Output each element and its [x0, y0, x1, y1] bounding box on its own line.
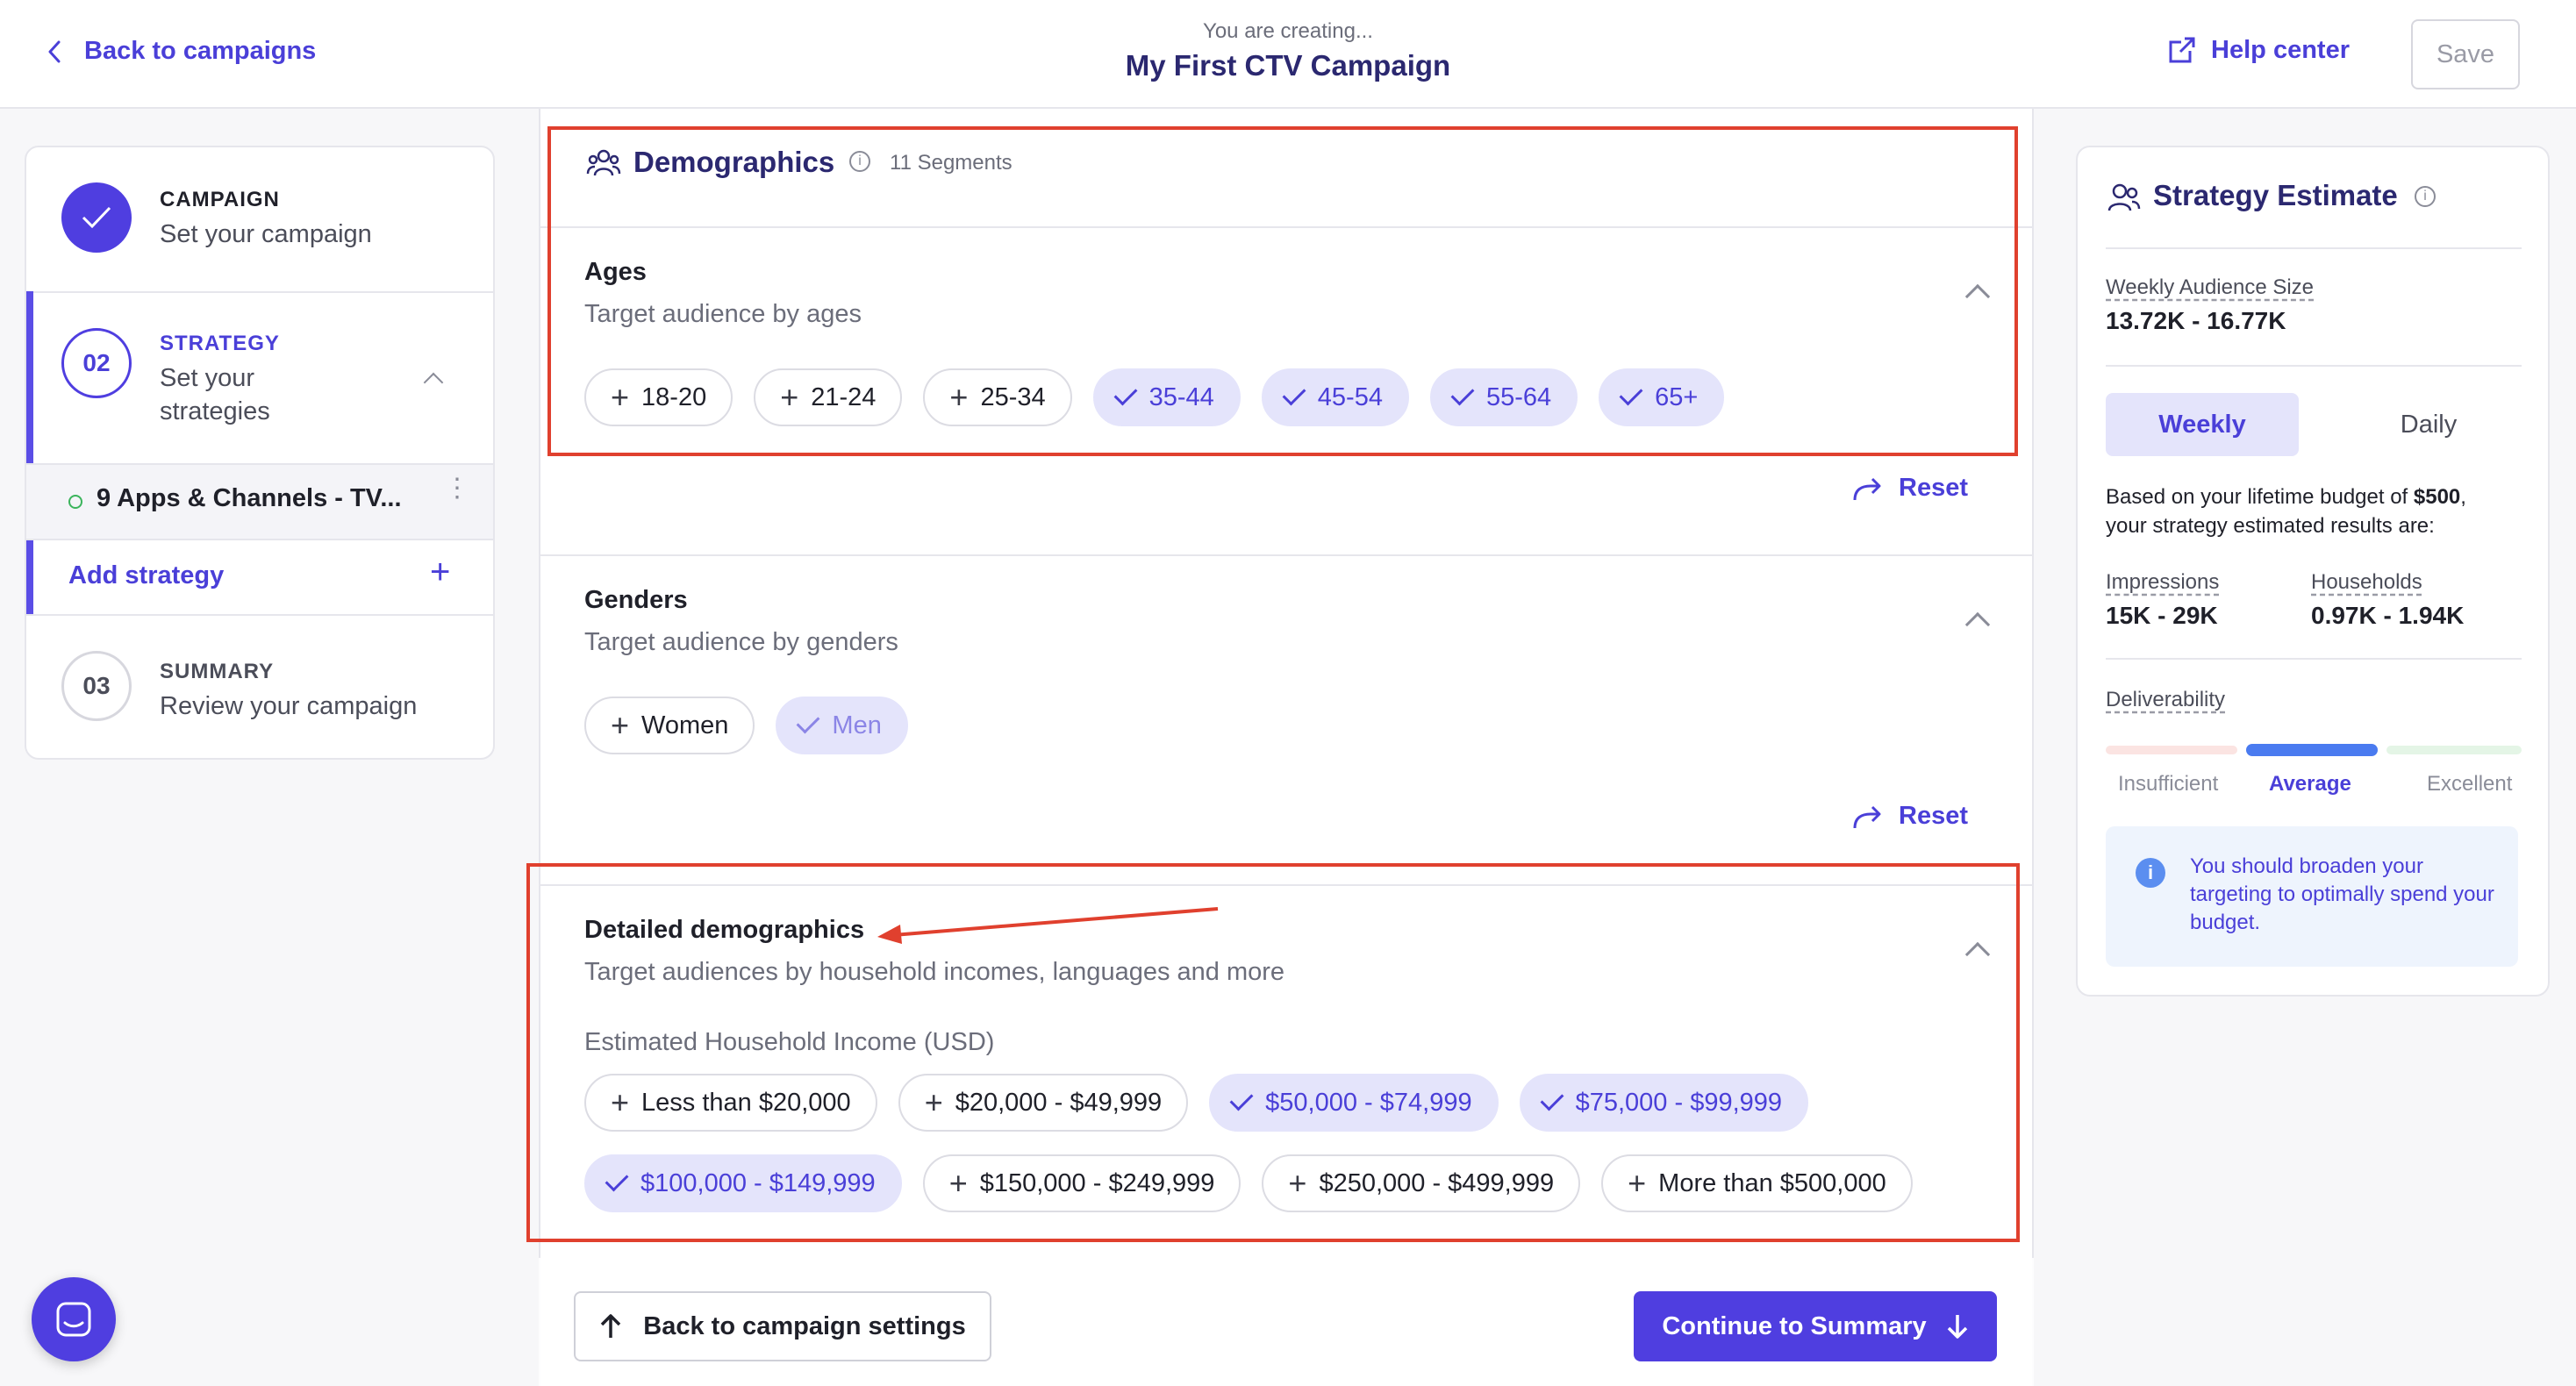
households-value: 0.97K - 1.94K — [2311, 602, 2465, 629]
divider — [540, 554, 2032, 556]
impressions-label: Impressions — [2106, 570, 2220, 594]
divider — [2106, 658, 2522, 660]
weekly-audience-value: 13.72K - 16.77K — [2106, 307, 2286, 334]
strategy-estimate-title: Strategy Estimate — [2153, 179, 2398, 211]
genders-subtitle: Target audience by genders — [584, 628, 898, 656]
step-summary-label: SUMMARY — [160, 660, 275, 683]
deliverability-average: Average — [2269, 772, 2351, 796]
gender-chip-label: Men — [832, 711, 882, 739]
step-strategy[interactable]: 02 STRATEGY Set your strategies — [26, 293, 493, 465]
deliverability-bar-insufficient — [2106, 746, 2237, 754]
help-center-label: Help center — [2211, 35, 2350, 64]
budget-note-line2: your strategy estimated results are: — [2106, 514, 2435, 538]
add-strategy-label: Add strategy — [68, 561, 225, 589]
step-strategy-number: 02 — [61, 328, 132, 398]
budget-note: Based on your lifetime budget of $500, y… — [2106, 482, 2527, 540]
genders-reset-label: Reset — [1899, 802, 1968, 830]
users-icon — [2107, 183, 2141, 211]
broaden-targeting-text: You should broaden your targeting to opt… — [2190, 854, 2494, 934]
step-strategy-desc-line1: Set your — [160, 364, 254, 392]
step-summary-number: 03 — [61, 651, 132, 721]
add-strategy-button[interactable]: Add strategy + — [26, 540, 493, 614]
chat-launcher-button[interactable] — [32, 1277, 116, 1361]
plus-icon: + — [430, 553, 451, 591]
redo-icon — [1853, 477, 1881, 500]
highlight-box-detailed — [526, 863, 2020, 1242]
ages-reset-button[interactable]: Reset — [1851, 474, 1968, 503]
budget-note-prefix: Based on your lifetime budget of — [2106, 485, 2414, 509]
chat-icon — [56, 1302, 91, 1337]
back-to-campaign-settings-label: Back to campaign settings — [643, 1311, 966, 1340]
highlight-box-demographics — [547, 126, 2018, 456]
impressions-value: 15K - 29K — [2106, 602, 2218, 629]
budget-amount: $500 — [2413, 485, 2461, 509]
deliverability-insufficient: Insufficient — [2118, 772, 2219, 796]
genders-reset-button[interactable]: Reset — [1851, 802, 1968, 831]
chevron-up-icon[interactable] — [423, 372, 444, 393]
step-summary-desc: Review your campaign — [160, 692, 418, 720]
divider — [2106, 365, 2522, 367]
redo-icon — [1853, 805, 1881, 828]
step-campaign-label: CAMPAIGN — [160, 188, 280, 211]
continue-to-summary-button[interactable]: Continue to Summary — [1634, 1291, 1997, 1361]
deliverability-bar-excellent — [2386, 746, 2522, 754]
gender-chips: + Women Men — [584, 697, 908, 754]
arrow-up-icon — [601, 1314, 621, 1338]
info-icon[interactable]: i — [2415, 186, 2436, 207]
campaign-stepper: CAMPAIGN Set your campaign 02 STRATEGY S… — [25, 146, 495, 760]
top-header: Back to campaigns You are creating... My… — [0, 0, 2576, 109]
deliverability-label: Deliverability — [2106, 688, 2226, 711]
save-button[interactable]: Save — [2411, 19, 2520, 89]
gender-chip-label: Women — [641, 711, 729, 739]
info-icon: i — [2136, 858, 2165, 888]
external-link-icon — [2169, 37, 2195, 63]
deliverability-bar-average — [2246, 744, 2378, 756]
continue-to-summary-label: Continue to Summary — [1662, 1311, 1927, 1340]
check-icon — [61, 182, 132, 253]
gender-chip[interactable]: Men — [776, 697, 908, 754]
help-center-link[interactable]: Help center — [2167, 35, 2350, 65]
status-dot-icon — [68, 495, 82, 509]
strategy-list-item[interactable]: 9 Apps & Channels - TV... ⋮ — [26, 465, 493, 539]
divider — [2106, 247, 2522, 249]
more-vertical-icon[interactable]: ⋮ — [444, 475, 470, 502]
chevron-up-icon[interactable] — [1964, 611, 1991, 638]
step-strategy-desc-line2: strategies — [160, 397, 270, 425]
broaden-targeting-alert: i You should broaden your targeting to o… — [2106, 826, 2518, 967]
step-campaign-desc: Set your campaign — [160, 220, 372, 248]
strategy-item-name: 9 Apps & Channels - TV... — [97, 484, 402, 512]
deliverability-excellent: Excellent — [2427, 772, 2513, 796]
check-icon — [796, 710, 820, 734]
genders-title: Genders — [584, 586, 688, 614]
arrow-down-icon — [1947, 1315, 1967, 1339]
gender-chip[interactable]: + Women — [584, 697, 755, 754]
tab-daily[interactable]: Daily — [2332, 393, 2525, 456]
back-to-campaign-settings-button[interactable]: Back to campaign settings — [574, 1291, 991, 1361]
step-strategy-label: STRATEGY — [160, 332, 280, 355]
ages-reset-label: Reset — [1899, 474, 1968, 502]
step-campaign[interactable]: CAMPAIGN Set your campaign — [26, 147, 493, 291]
budget-note-suffix: , — [2460, 485, 2466, 509]
weekly-audience-label: Weekly Audience Size — [2106, 275, 2315, 299]
tab-weekly[interactable]: Weekly — [2106, 393, 2299, 456]
plus-icon: + — [611, 707, 630, 743]
households-label: Households — [2311, 570, 2422, 594]
step-summary[interactable]: 03 SUMMARY Review your campaign — [26, 616, 493, 758]
